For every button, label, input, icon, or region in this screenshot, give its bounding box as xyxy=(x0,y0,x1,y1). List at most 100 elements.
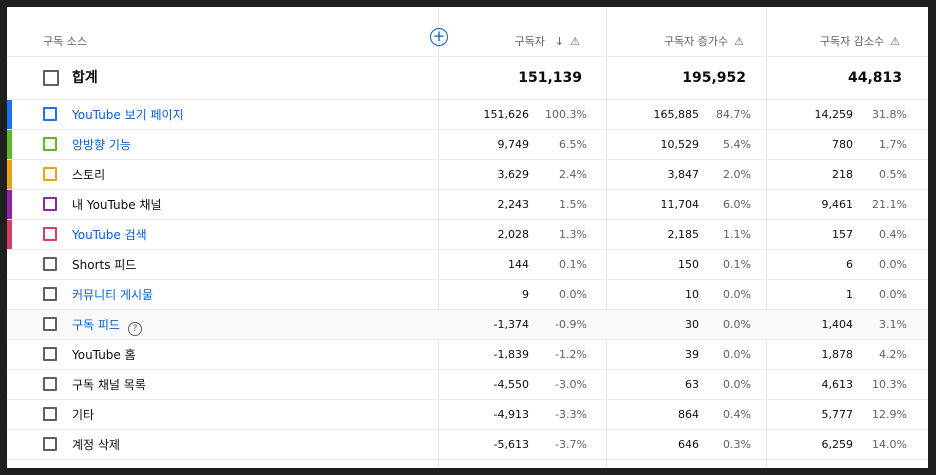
subscribers-percent: 0.0% xyxy=(559,288,587,301)
loss-header-label: 구독자 감소수 xyxy=(819,35,885,48)
row-checkbox[interactable] xyxy=(43,167,57,181)
row-checkbox[interactable] xyxy=(43,257,57,271)
loss-value: 14,259 xyxy=(814,108,854,121)
row-checkbox[interactable] xyxy=(43,107,57,121)
gain-column-header[interactable]: 구독자 증가수 ⚠ xyxy=(664,33,744,49)
row-label-text: 구독 채널 목록 xyxy=(72,378,146,392)
row-checkbox[interactable] xyxy=(43,227,57,241)
help-icon[interactable]: ? xyxy=(127,322,142,336)
series-color-stripe xyxy=(7,160,12,189)
loss-value: 1,878 xyxy=(821,348,854,361)
loss-percent: 3.1% xyxy=(879,318,907,331)
row-checkbox[interactable] xyxy=(43,287,57,301)
row-label[interactable]: YouTube 보기 페이지 xyxy=(72,100,184,130)
loss-column-header[interactable]: 구독자 감소수 ⚠ xyxy=(820,33,900,49)
row-label: 기타 xyxy=(72,400,94,430)
subscribers-value: 9 xyxy=(522,288,529,301)
gain-percent: 0.0% xyxy=(723,378,751,391)
row-label[interactable]: 커뮤니티 게시물 xyxy=(72,280,153,310)
row-label-text: 내 YouTube 채널 xyxy=(72,198,162,212)
row-label[interactable]: YouTube 검색 xyxy=(72,220,147,250)
subscribers-percent: -1.2% xyxy=(555,348,587,361)
row-label-text: 스토리 xyxy=(72,168,106,182)
loss-percent: 0.5% xyxy=(879,168,907,181)
subscribers-percent: 0.1% xyxy=(559,258,587,271)
gain-percent: 5.4% xyxy=(723,138,751,151)
row-checkbox[interactable] xyxy=(43,137,57,151)
loss-percent: 0.0% xyxy=(879,258,907,271)
gain-value: 39 xyxy=(685,348,699,361)
row-label-text: YouTube 보기 페이지 xyxy=(72,108,184,122)
row-label-text: 앙방향 기능 xyxy=(72,138,132,152)
gain-percent: 1.1% xyxy=(723,228,751,241)
row-label-text: YouTube 검색 xyxy=(72,228,147,242)
loss-value: 157 xyxy=(832,228,853,241)
subscribers-header-label: 구독자 xyxy=(514,35,545,48)
table-row: 계정 삭제 -5,613 -3.7% 646 0.3% 6,259 14.0% xyxy=(7,430,928,460)
warning-icon[interactable]: ⚠ xyxy=(734,35,744,48)
subscribers-percent: -3.0% xyxy=(555,378,587,391)
row-label: YouTube 홈 xyxy=(72,340,136,370)
row-label: Shorts 피드 xyxy=(72,250,136,280)
table-row: 기타 -4,913 -3.3% 864 0.4% 5,777 12.9% xyxy=(7,400,928,430)
row-checkbox[interactable] xyxy=(43,377,57,391)
table-row: 구독 채널 목록 -4,550 -3.0% 63 0.0% 4,613 10.3% xyxy=(7,370,928,400)
subscribers-value: -4,913 xyxy=(493,408,529,421)
gain-value: 11,704 xyxy=(660,198,700,211)
total-loss: 44,813 xyxy=(847,70,902,86)
subscribers-value: 3,629 xyxy=(497,168,530,181)
warning-icon[interactable]: ⚠ xyxy=(570,35,580,48)
subscribers-column-header[interactable]: 구독자 ↓ ⚠ xyxy=(515,33,580,49)
gain-value: 165,885 xyxy=(653,108,700,121)
table-row: YouTube 검색 2,028 1.3% 2,185 1.1% 157 0.4% xyxy=(7,220,928,250)
row-checkbox[interactable] xyxy=(43,317,57,331)
table-row: Shorts 피드 144 0.1% 150 0.1% 6 0.0% xyxy=(7,250,928,280)
subscribers-value: -1,374 xyxy=(493,318,529,331)
add-circle-icon[interactable]: + xyxy=(430,28,448,46)
loss-value: 6 xyxy=(846,258,853,271)
analytics-table: 구독 소스 + 구독자 ↓ ⚠ 구독자 증가수 ⚠ 구독자 감소수 ⚠ 합계 151,1… xyxy=(7,7,928,468)
subscribers-value: 2,243 xyxy=(497,198,530,211)
subscribers-value: 151,626 xyxy=(483,108,530,121)
total-checkbox[interactable] xyxy=(43,70,59,86)
subscribers-percent: 1.5% xyxy=(559,198,587,211)
series-color-stripe xyxy=(7,100,12,129)
row-label: 계정 삭제 xyxy=(72,430,120,460)
subscribers-percent: 6.5% xyxy=(559,138,587,151)
loss-percent: 14.0% xyxy=(872,438,907,451)
subscribers-value: 2,028 xyxy=(497,228,530,241)
table-row: 구독 피드? -1,374 -0.9% 30 0.0% 1,404 3.1% xyxy=(7,310,928,340)
table-row: 내 YouTube 채널 2,243 1.5% 11,704 6.0% 9,461 21.1… xyxy=(7,190,928,220)
total-row: 합계 151,139 195,952 44,813 xyxy=(7,57,928,100)
gain-percent: 2.0% xyxy=(723,168,751,181)
total-gain: 195,952 xyxy=(682,70,746,86)
row-checkbox[interactable] xyxy=(43,347,57,361)
loss-percent: 31.8% xyxy=(872,108,907,121)
arrow-down-icon: ↓ xyxy=(554,35,565,48)
loss-percent: 10.3% xyxy=(872,378,907,391)
row-label-text: Shorts 피드 xyxy=(72,258,137,272)
row-label[interactable]: 구독 피드? xyxy=(72,310,142,340)
loss-percent: 1.7% xyxy=(879,138,907,151)
row-checkbox[interactable] xyxy=(43,197,57,211)
gain-value: 2,185 xyxy=(667,228,700,241)
loss-value: 5,777 xyxy=(821,408,854,421)
gain-header-label: 구독자 증가수 xyxy=(663,35,729,48)
row-checkbox[interactable] xyxy=(43,407,57,421)
loss-value: 780 xyxy=(832,138,853,151)
subscribers-percent: 2.4% xyxy=(559,168,587,181)
series-color-stripe xyxy=(7,190,12,219)
row-label-text: 계정 삭제 xyxy=(72,438,120,452)
row-checkbox[interactable] xyxy=(43,437,57,451)
gain-value: 10 xyxy=(685,288,699,301)
loss-percent: 4.2% xyxy=(879,348,907,361)
source-column-header[interactable]: 구독 소스 xyxy=(43,33,87,49)
series-color-stripe xyxy=(7,130,12,159)
row-label[interactable]: 앙방향 기능 xyxy=(72,130,131,160)
subscribers-percent: -3.3% xyxy=(555,408,587,421)
table-row: 스토리 3,629 2.4% 3,847 2.0% 218 0.5% xyxy=(7,160,928,190)
loss-percent: 0.0% xyxy=(879,288,907,301)
gain-value: 10,529 xyxy=(660,138,700,151)
loss-value: 1,404 xyxy=(821,318,854,331)
warning-icon[interactable]: ⚠ xyxy=(890,35,900,48)
